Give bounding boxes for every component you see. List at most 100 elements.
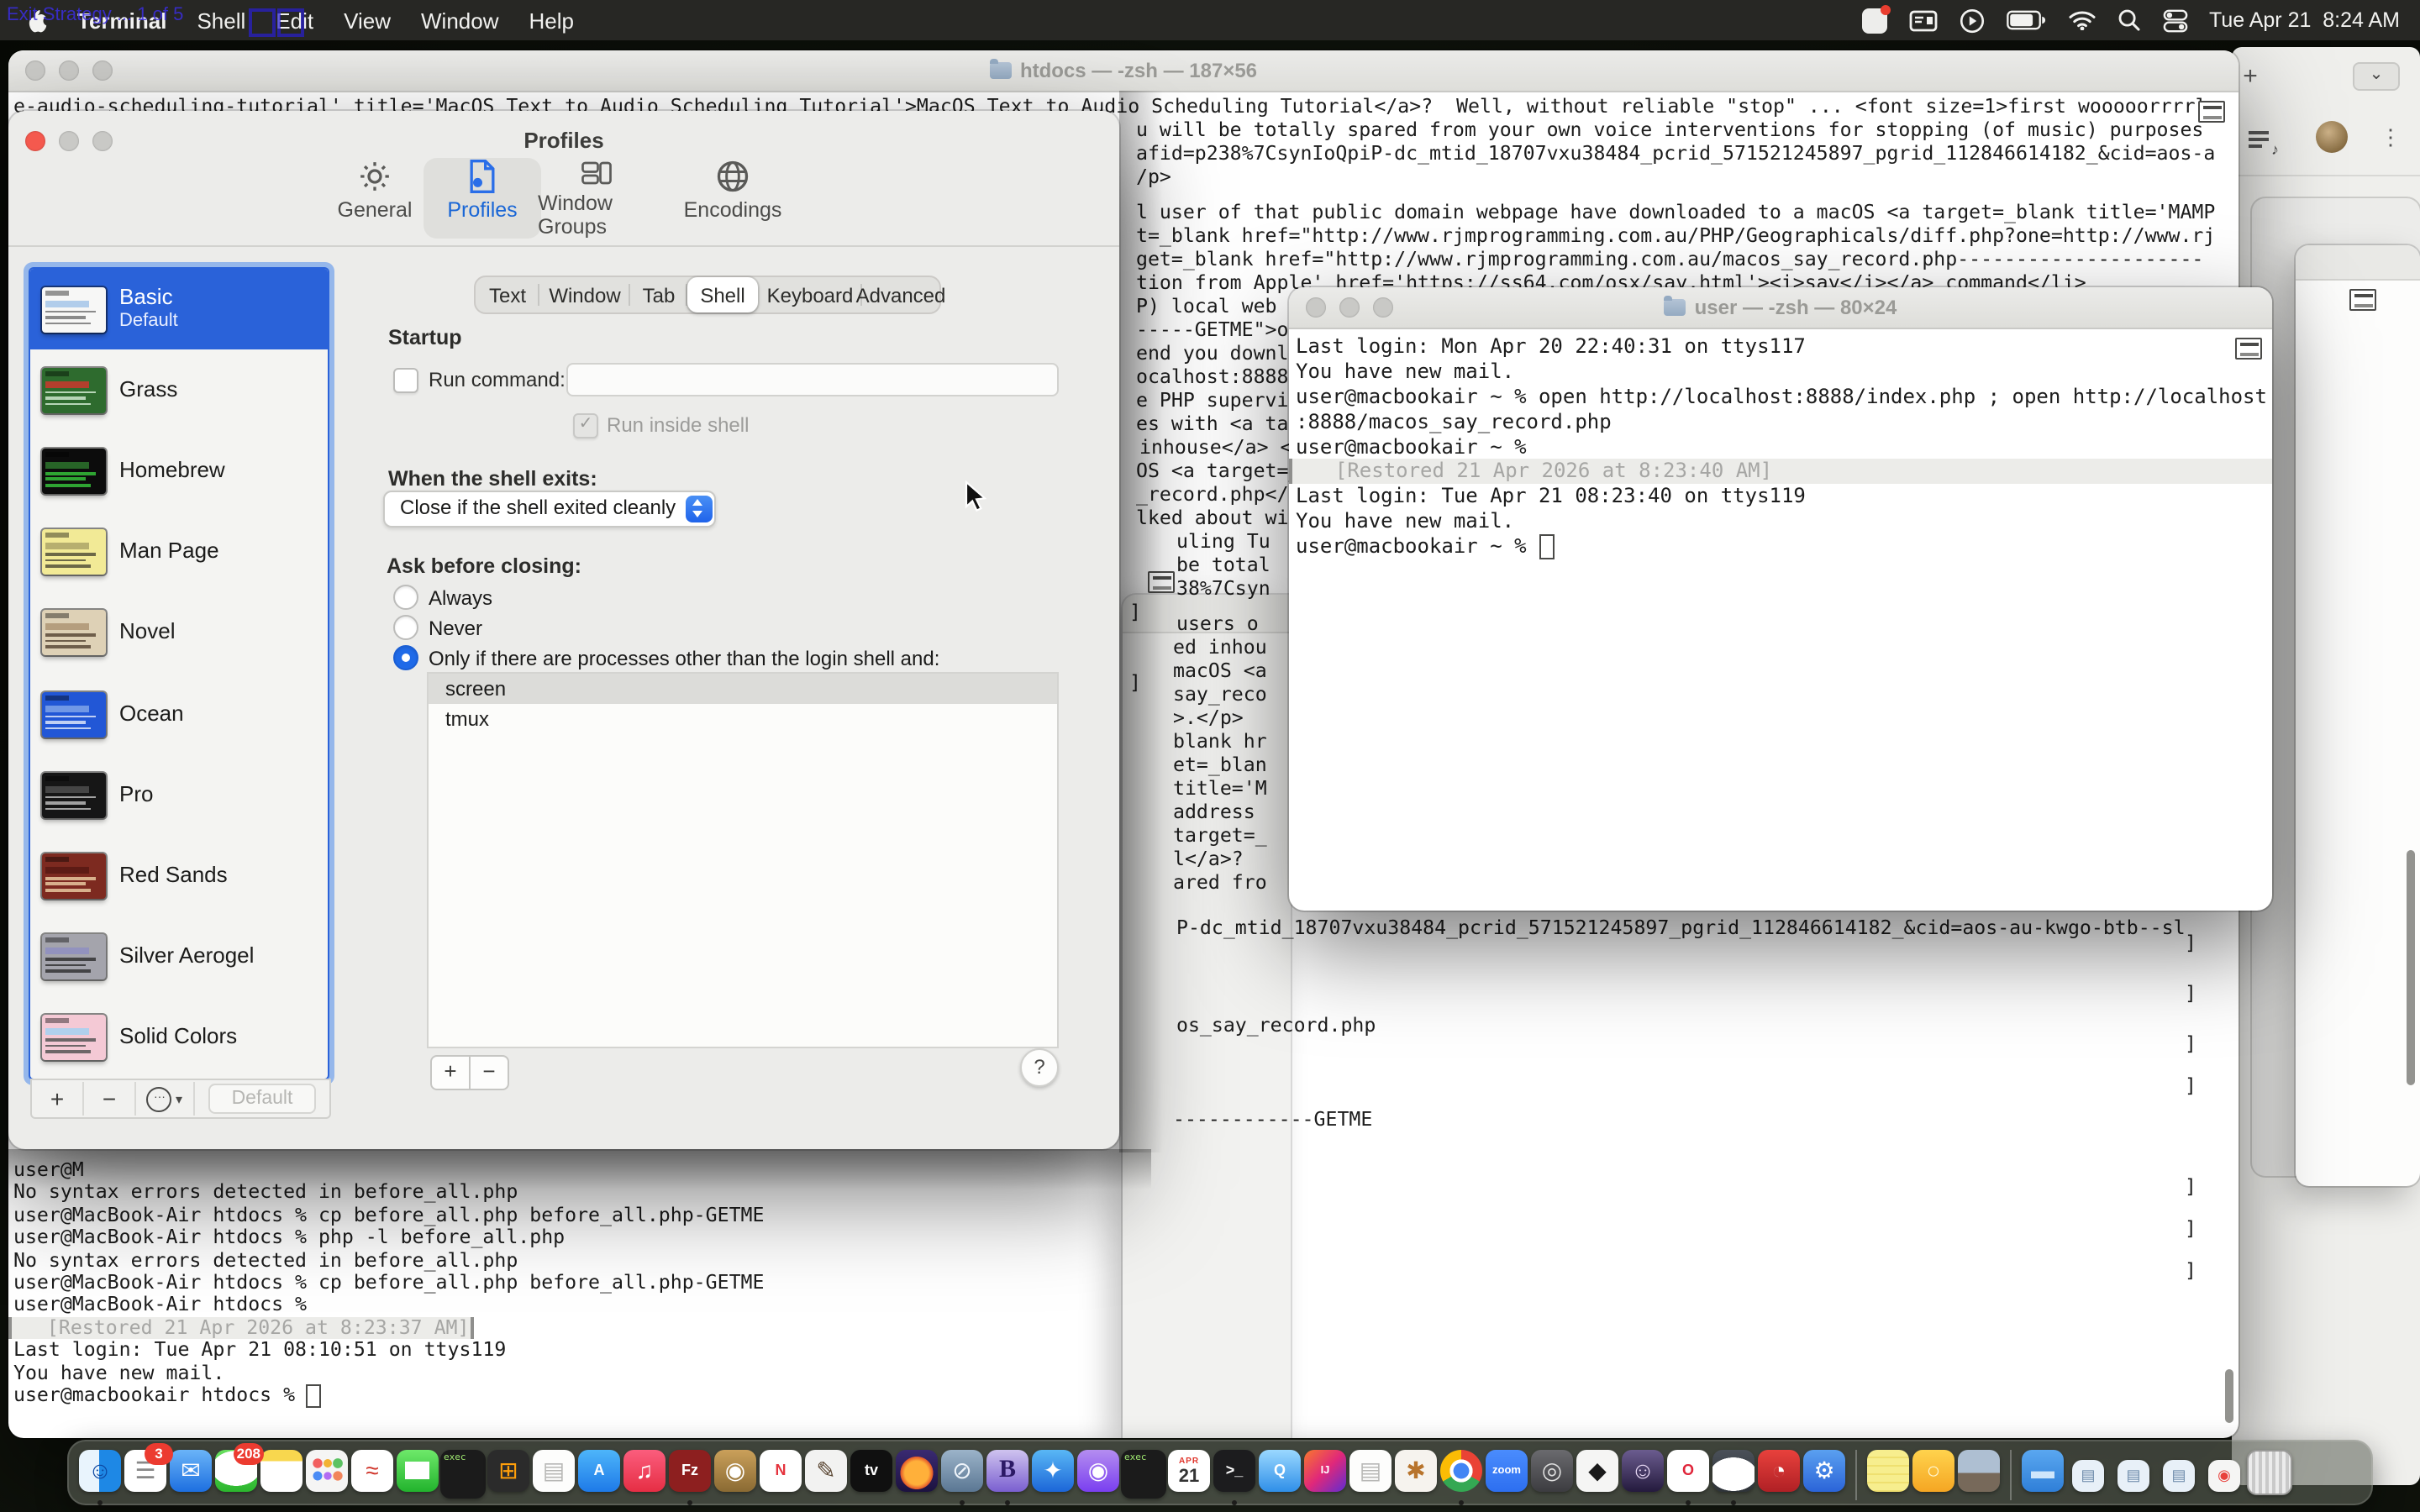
profile-actions-menu-button[interactable]: ··· ▾ bbox=[136, 1082, 195, 1116]
profile-item[interactable]: Ocean bbox=[30, 674, 328, 754]
dock-file-icon[interactable]: ▤ bbox=[2065, 1442, 2111, 1503]
toolbar-item-encodings[interactable]: Encodings bbox=[674, 158, 792, 239]
remove-profile-button[interactable]: − bbox=[84, 1082, 136, 1116]
profile-item[interactable]: Pro bbox=[30, 754, 328, 835]
menu-bar-clock[interactable]: Tue Apr 21 8:24 AM bbox=[2209, 8, 2400, 32]
dock-app-icon[interactable] bbox=[1439, 1442, 1484, 1503]
help-button[interactable]: ? bbox=[1020, 1048, 1059, 1087]
profile-item[interactable]: Red Sands bbox=[30, 836, 328, 916]
tab[interactable]: Keyboard bbox=[758, 277, 862, 312]
dock-app-icon[interactable]: IJ bbox=[1302, 1442, 1348, 1503]
add-profile-button[interactable]: + bbox=[32, 1082, 84, 1116]
tab[interactable]: Tab bbox=[630, 277, 687, 312]
dock-app-icon[interactable]: ▤ bbox=[1348, 1442, 1393, 1503]
menu-item[interactable]: Help bbox=[529, 8, 575, 33]
remove-process-button[interactable]: − bbox=[471, 1055, 509, 1090]
tab-overflow-button[interactable]: ⌄ bbox=[2353, 62, 2400, 91]
dock-app-icon[interactable]: ⊘ bbox=[939, 1442, 985, 1503]
dock-app-icon[interactable]: ✎ bbox=[803, 1442, 849, 1503]
dock-app-icon[interactable]: ✉ bbox=[168, 1442, 213, 1503]
minimize-button[interactable] bbox=[1339, 297, 1360, 318]
dock-app-icon[interactable]: ▤ bbox=[531, 1442, 576, 1503]
run-command-checkbox[interactable] bbox=[393, 368, 418, 393]
dock-app-icon[interactable]: O bbox=[1665, 1442, 1711, 1503]
dock-app-icon[interactable]: exec bbox=[1121, 1442, 1166, 1503]
menu-item[interactable]: Window bbox=[421, 8, 499, 33]
profile-item[interactable]: Silver Aerogel bbox=[30, 916, 328, 997]
kebab-menu-icon[interactable]: ⋮ bbox=[2380, 124, 2402, 151]
dock-file-icon[interactable]: ▤ bbox=[2156, 1442, 2202, 1503]
dock-app-icon[interactable]: 208 bbox=[213, 1442, 259, 1503]
dock-app-icon[interactable] bbox=[395, 1442, 440, 1503]
menu-item[interactable]: Shell bbox=[197, 8, 245, 33]
profile-item[interactable]: Man Page bbox=[30, 512, 328, 592]
dock-app-icon[interactable]: zoom bbox=[1484, 1442, 1529, 1503]
process-list[interactable]: screen tmux bbox=[427, 672, 1059, 1048]
tab[interactable]: Advanced bbox=[862, 277, 939, 312]
process-list-item[interactable]: tmux bbox=[429, 704, 1057, 734]
new-tab-button[interactable]: + bbox=[2237, 64, 2264, 91]
dock-app-icon[interactable]: ⊞ bbox=[486, 1442, 531, 1503]
htdocs-scrollbar[interactable] bbox=[2225, 1369, 2233, 1423]
radio-option[interactable]: Always bbox=[393, 585, 492, 610]
run-inside-shell-checkbox[interactable]: ✓ bbox=[573, 413, 598, 438]
tab[interactable]: Shell bbox=[687, 277, 758, 312]
user-titlebar[interactable]: user — -zsh — 80×24 bbox=[1289, 287, 2272, 329]
dock-app-icon[interactable]: ◎ bbox=[1529, 1442, 1575, 1503]
profile-item[interactable]: Basic Default bbox=[30, 269, 328, 349]
wifi-icon[interactable] bbox=[2068, 10, 2095, 30]
dock-app-icon[interactable]: A bbox=[576, 1442, 622, 1503]
dock-app-icon[interactable]: ◉ bbox=[1076, 1442, 1121, 1503]
menu-item[interactable]: View bbox=[344, 8, 391, 33]
radio-option[interactable]: Never bbox=[393, 615, 482, 640]
dock-file-icon[interactable]: ▤ bbox=[2111, 1442, 2156, 1503]
dock-app-icon[interactable] bbox=[1711, 1442, 1756, 1503]
dock-app-icon[interactable]: >_ bbox=[1212, 1442, 1257, 1503]
dock-app-icon[interactable]: ◔ bbox=[1756, 1442, 1802, 1503]
toolbar-item-general[interactable]: General bbox=[316, 158, 434, 239]
dock-app-icon[interactable]: ≈ bbox=[350, 1442, 395, 1503]
dock-app-icon[interactable]: ○ bbox=[1911, 1442, 1956, 1503]
close-button[interactable] bbox=[1306, 297, 1326, 318]
minimize-button[interactable] bbox=[59, 60, 79, 81]
profile-item[interactable]: Grass bbox=[30, 349, 328, 430]
dock-app-icon[interactable]: ◆ bbox=[1575, 1442, 1620, 1503]
toolbar-item-profiles[interactable]: Profiles bbox=[424, 158, 541, 239]
dock-app-icon[interactable]: ☺ bbox=[77, 1442, 123, 1503]
control-center-icon[interactable] bbox=[2162, 8, 2187, 33]
play-circle-icon[interactable] bbox=[1959, 8, 1984, 33]
process-list-item[interactable]: screen bbox=[429, 674, 1057, 704]
avatar[interactable] bbox=[2316, 121, 2348, 153]
dock-app-icon[interactable]: Q bbox=[1257, 1442, 1302, 1503]
dock-app-icon[interactable]: ✦ bbox=[1030, 1442, 1076, 1503]
toolbar-item-window-groups[interactable]: Window Groups bbox=[538, 158, 655, 239]
dock-app-icon[interactable] bbox=[1956, 1442, 2002, 1503]
set-default-button[interactable]: Default bbox=[208, 1084, 316, 1114]
dock-app-icon[interactable]: ☺ bbox=[1620, 1442, 1665, 1503]
dock-app-icon[interactable]: exec bbox=[440, 1442, 486, 1503]
dock-app-icon[interactable]: B bbox=[985, 1442, 1030, 1503]
dock-app-icon[interactable]: ✱ bbox=[1393, 1442, 1439, 1503]
playlist-icon[interactable]: ♪ bbox=[2249, 131, 2279, 155]
tab[interactable]: Window bbox=[539, 277, 630, 312]
screen-recording-app-icon[interactable] bbox=[1861, 8, 1886, 33]
dock-app-icon[interactable]: 3 ☰ bbox=[123, 1442, 168, 1503]
dock-app-icon[interactable]: ⚙ bbox=[1802, 1442, 1847, 1503]
dock-app-icon[interactable]: ◉ bbox=[713, 1442, 758, 1503]
terminal-panel-icon[interactable] bbox=[1908, 9, 1937, 31]
dock-app-icon[interactable]: N bbox=[758, 1442, 803, 1503]
dock-app-icon[interactable]: tv bbox=[849, 1442, 894, 1503]
battery-icon[interactable] bbox=[2006, 10, 2046, 30]
dock-file-icon[interactable]: ◉ bbox=[2202, 1442, 2247, 1503]
zoom-button[interactable] bbox=[92, 60, 113, 81]
htdocs-titlebar[interactable]: htdocs — -zsh — 187×56 bbox=[8, 50, 2238, 92]
tab[interactable]: Text bbox=[476, 277, 539, 312]
shell-exit-action-select[interactable]: Close if the shell exited cleanly bbox=[383, 491, 716, 528]
close-button[interactable] bbox=[25, 60, 45, 81]
scrollbar[interactable] bbox=[2407, 850, 2415, 1085]
dock-file-icon[interactable] bbox=[2247, 1442, 2292, 1503]
dock-app-icon[interactable] bbox=[259, 1442, 304, 1503]
zoom-button[interactable] bbox=[1373, 297, 1393, 318]
dock-file-icon[interactable]: ▬ bbox=[2020, 1442, 2065, 1503]
add-process-button[interactable]: + bbox=[430, 1055, 471, 1090]
